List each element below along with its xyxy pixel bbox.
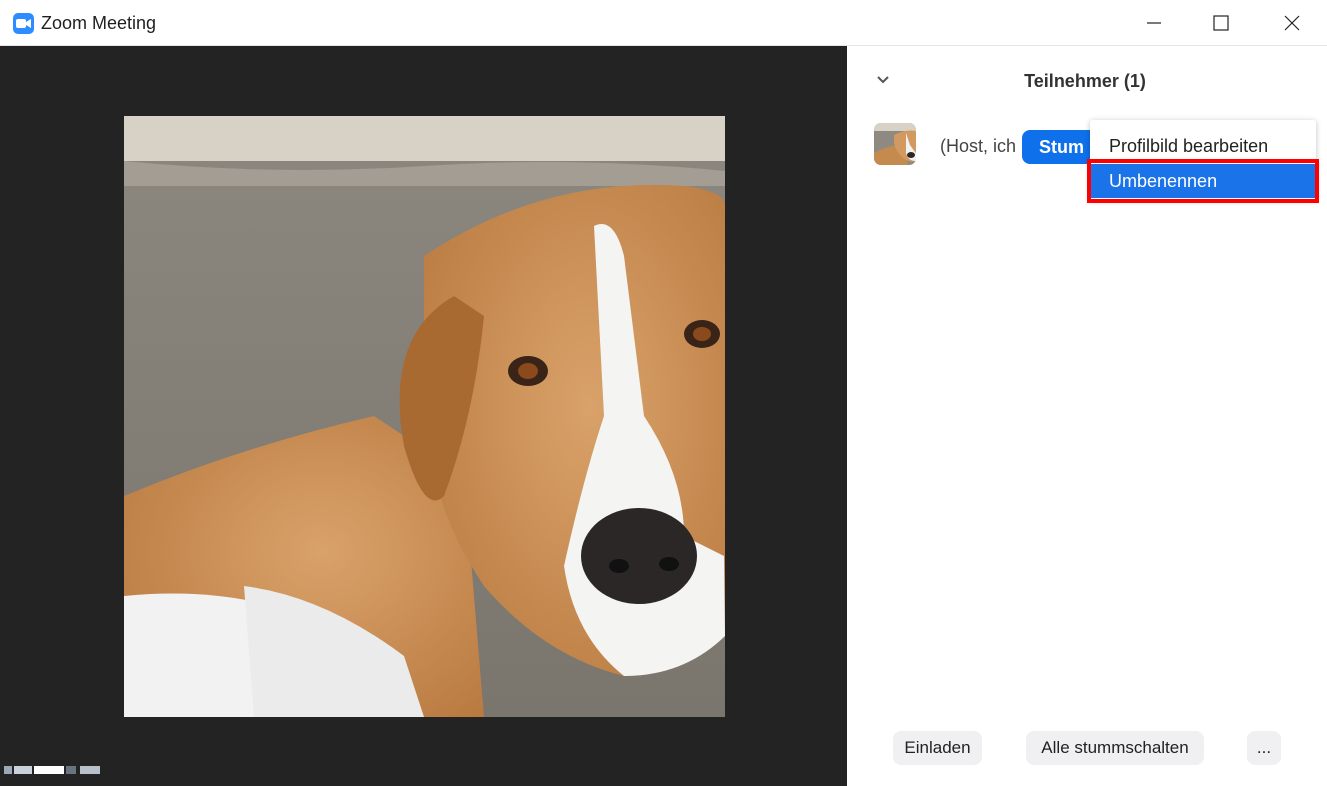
- participant-video: [124, 116, 725, 717]
- minimize-button[interactable]: [1131, 0, 1177, 46]
- maximize-button[interactable]: [1198, 0, 1244, 46]
- maximize-icon: [1213, 15, 1229, 31]
- video-area[interactable]: [0, 46, 847, 786]
- zoom-camera-icon: [13, 13, 34, 34]
- close-button[interactable]: [1269, 0, 1315, 46]
- panel-title: Teilnehmer (1): [1024, 71, 1146, 91]
- highlight-annotation: [1087, 159, 1319, 203]
- minimize-icon: [1147, 22, 1161, 24]
- close-icon: [1284, 15, 1300, 31]
- more-button[interactable]: ...: [1247, 731, 1281, 765]
- video-name-tag: [4, 759, 104, 781]
- title-bar: Zoom Meeting: [0, 0, 1327, 46]
- participant-name: (Host, ich: [940, 136, 1015, 156]
- menu-item-edit-profile-picture[interactable]: Profilbild bearbeiten: [1090, 129, 1316, 163]
- window-title: Zoom Meeting: [41, 13, 157, 33]
- invite-button[interactable]: Einladen: [893, 731, 982, 765]
- avatar: [874, 123, 916, 165]
- mute-all-button[interactable]: Alle stummschalten: [1026, 731, 1204, 765]
- participants-panel: Teilnehmer (1) (Host, ich Stum Profilbil…: [847, 46, 1327, 786]
